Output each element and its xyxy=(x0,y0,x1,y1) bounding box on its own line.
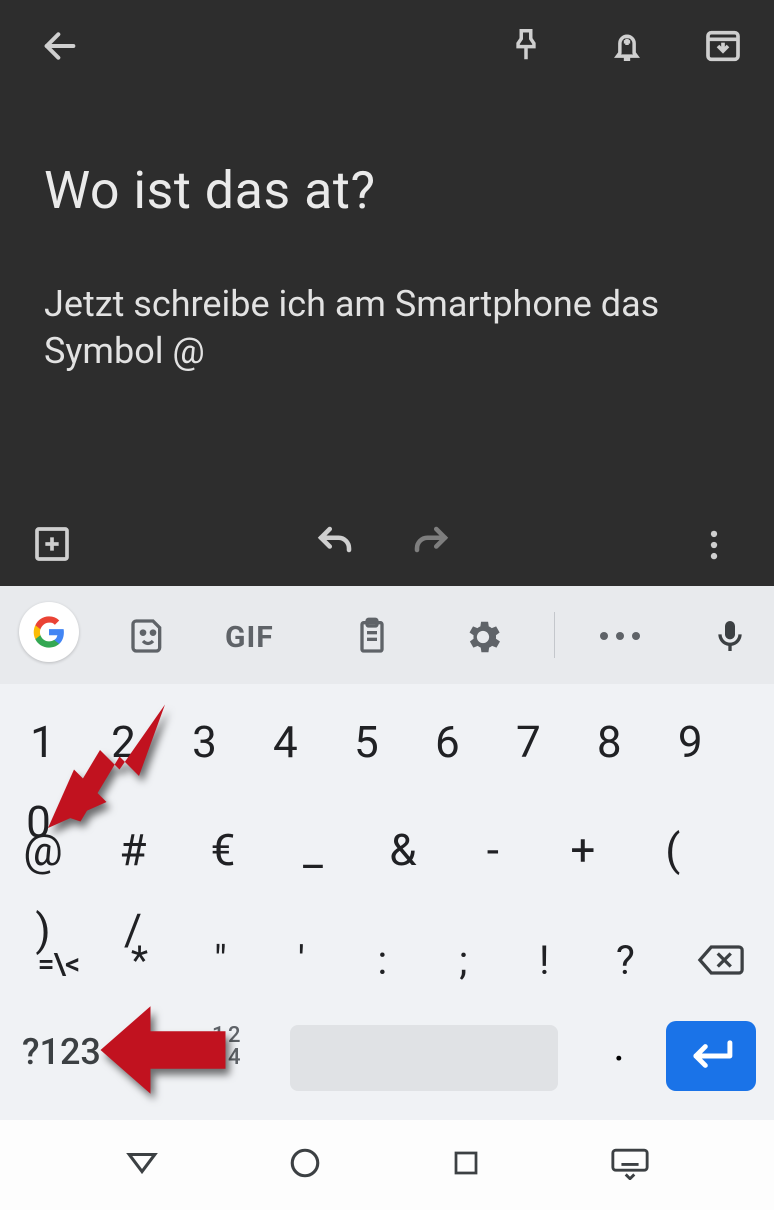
document-body[interactable]: Jetzt schreibe ich am Smartphone das Sym… xyxy=(44,281,730,375)
key-abc-switch[interactable]: ?123 xyxy=(22,1031,101,1073)
key-minus[interactable]: - xyxy=(450,810,536,890)
system-navigation-bar xyxy=(0,1120,774,1210)
key-euro[interactable]: € xyxy=(180,810,266,890)
nav-recents-icon[interactable] xyxy=(451,1148,481,1182)
clipboard-icon[interactable] xyxy=(352,616,392,660)
microphone-icon[interactable] xyxy=(710,616,750,660)
google-icon[interactable] xyxy=(19,602,79,662)
key-symbols-switch[interactable]: =\< xyxy=(20,924,97,1004)
key-lparen[interactable]: ( xyxy=(630,810,716,890)
document-title[interactable]: Wo ist das at? xyxy=(44,160,774,221)
key-period[interactable]: . xyxy=(594,1019,644,1071)
key-4[interactable]: 4 xyxy=(247,702,324,782)
key-plus[interactable]: + xyxy=(540,810,626,890)
redo-icon[interactable] xyxy=(410,522,452,568)
key-backspace[interactable] xyxy=(686,920,756,1000)
onscreen-keyboard: 1 2 3 4 5 6 7 8 9 0 @ # € _ & - + ( ) / … xyxy=(0,684,774,1120)
key-semicolon[interactable]: ; xyxy=(425,920,502,1000)
note-editor-area: Wo ist das at? Jetzt schreibe ich am Sma… xyxy=(0,0,774,586)
back-arrow-icon[interactable] xyxy=(40,26,80,70)
toolbar-divider xyxy=(554,612,555,658)
keyboard-row-3: =\< * " ' : ; ! ? xyxy=(0,920,774,1004)
nav-home-icon[interactable] xyxy=(288,1146,322,1184)
key-asterisk[interactable]: * xyxy=(101,920,178,1000)
notification-add-icon[interactable] xyxy=(608,26,646,68)
undo-icon[interactable] xyxy=(314,522,356,568)
keyboard-toolbar: GIF xyxy=(0,586,774,684)
key-spacebar[interactable] xyxy=(290,1025,558,1091)
key-7[interactable]: 7 xyxy=(490,702,567,782)
add-box-icon[interactable] xyxy=(32,524,72,568)
more-vertical-icon[interactable] xyxy=(695,526,733,568)
key-ampersand[interactable]: & xyxy=(360,810,446,890)
editor-bottom-toolbar xyxy=(0,512,774,586)
key-6[interactable]: 6 xyxy=(409,702,486,782)
sticker-icon[interactable] xyxy=(128,616,168,660)
nav-keyboard-hide-icon[interactable] xyxy=(610,1146,650,1184)
nav-back-icon[interactable] xyxy=(125,1146,159,1184)
key-bang[interactable]: ! xyxy=(506,920,583,1000)
pin-icon[interactable] xyxy=(507,26,545,68)
key-8[interactable]: 8 xyxy=(571,702,648,782)
settings-gear-icon[interactable] xyxy=(462,616,504,662)
archive-down-icon[interactable] xyxy=(703,26,743,70)
key-9[interactable]: 9 xyxy=(652,702,729,782)
annotation-arrow-bottom xyxy=(98,1000,228,1100)
gif-button[interactable]: GIF xyxy=(225,620,274,655)
more-horizontal-icon[interactable] xyxy=(596,626,644,650)
key-underscore[interactable]: _ xyxy=(270,810,356,890)
key-enter[interactable] xyxy=(666,1021,756,1091)
key-squote[interactable]: ' xyxy=(263,920,340,1000)
key-dquote[interactable]: " xyxy=(182,920,259,1000)
editor-header-bar xyxy=(0,0,774,95)
annotation-arrow-top xyxy=(48,698,178,828)
key-5[interactable]: 5 xyxy=(328,702,405,782)
key-colon[interactable]: : xyxy=(344,920,421,1000)
key-question[interactable]: ? xyxy=(587,920,664,1000)
